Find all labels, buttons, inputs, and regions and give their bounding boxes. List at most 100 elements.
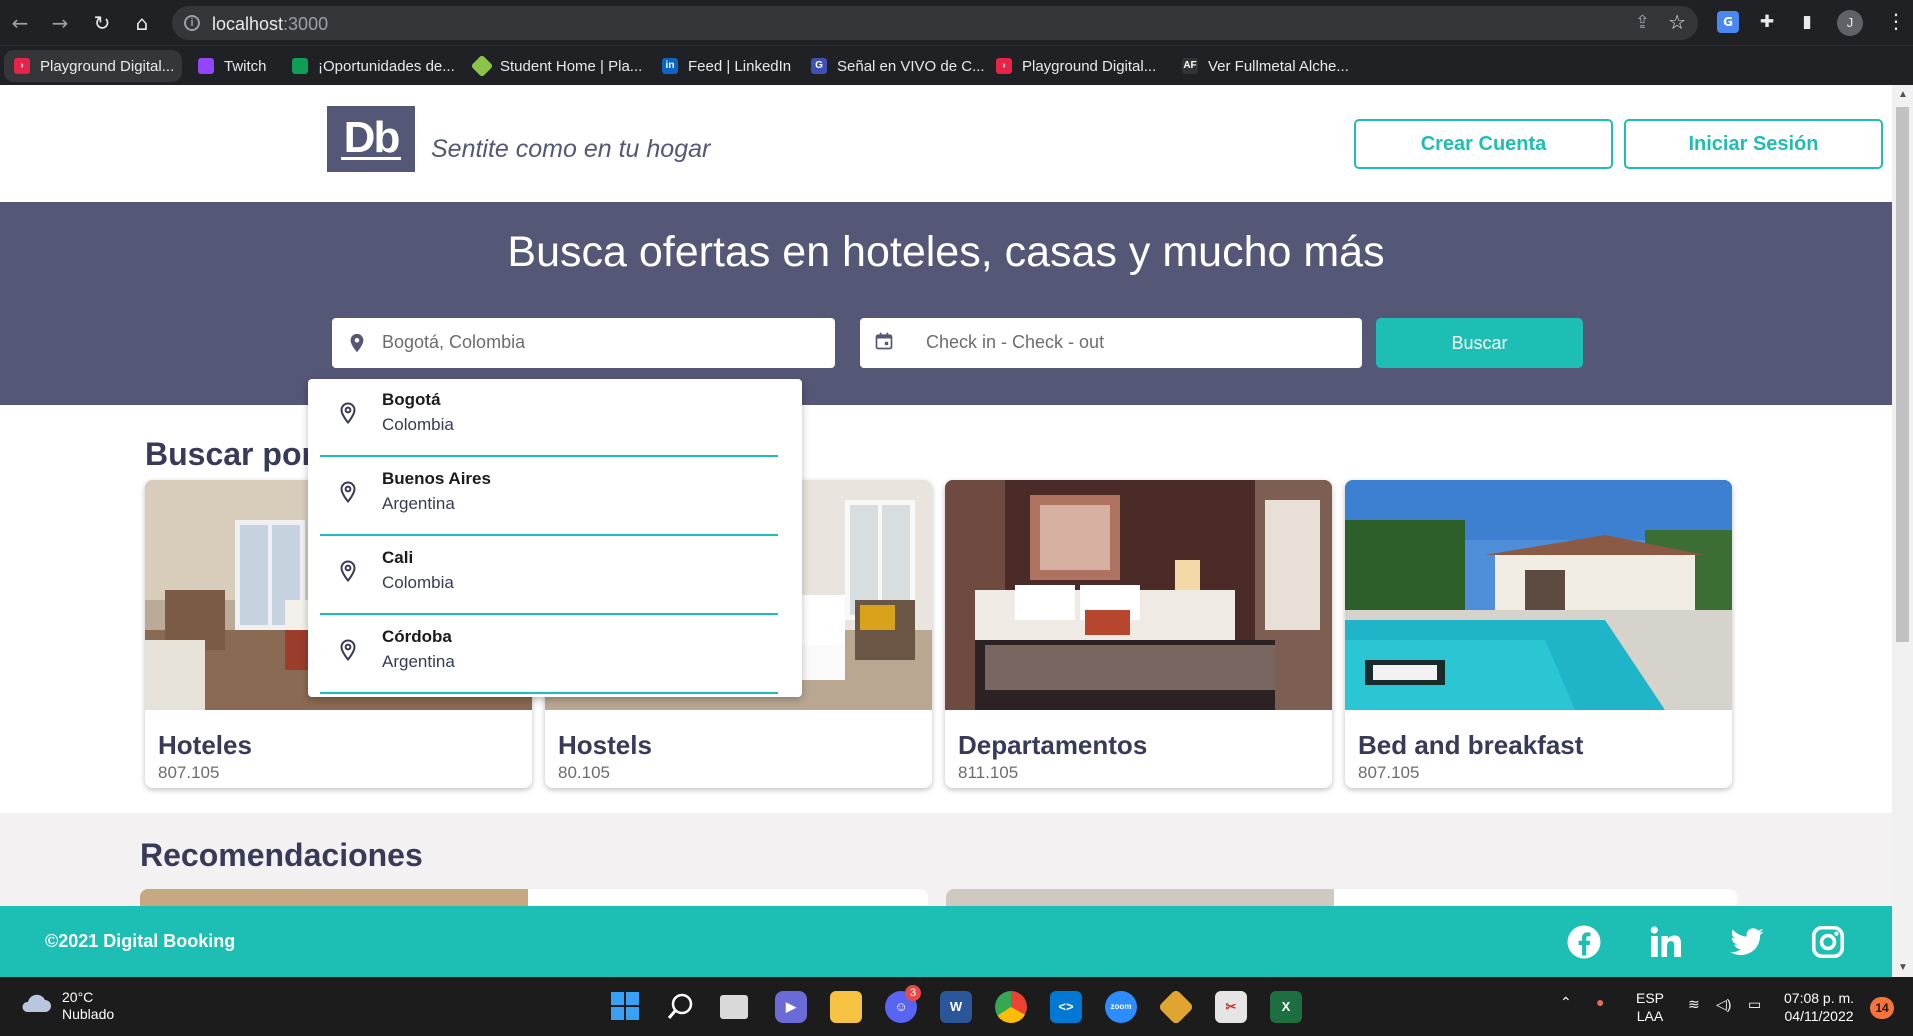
instagram-icon[interactable] — [1810, 924, 1846, 960]
slogan: Sentite como en tu hogar — [431, 135, 711, 163]
date-range-input[interactable]: Check in - Check - out — [860, 318, 1362, 368]
bookmark-item[interactable]: G Señal en VIVO de C... — [811, 46, 985, 86]
bookmark-item[interactable]: Student Home | Pla... — [470, 46, 642, 86]
forward-icon[interactable]: → — [48, 11, 72, 35]
location-input[interactable]: Bogotá, Colombia — [332, 318, 835, 368]
discord-badge: 3 — [905, 985, 921, 1001]
suggestion-city: Cali — [382, 548, 414, 567]
category-count: 807.105 — [158, 763, 220, 782]
excel-icon[interactable]: X — [1270, 991, 1302, 1023]
suggestion-city: Buenos Aires — [382, 469, 491, 488]
calendar-icon — [875, 332, 893, 350]
home-icon[interactable]: ⌂ — [130, 11, 154, 35]
suggestion-city: Córdoba — [382, 627, 452, 646]
pool-villa-image — [1345, 480, 1732, 710]
scroll-down-icon[interactable]: ▼ — [1898, 962, 1908, 973]
microphone-icon[interactable]: ● — [1596, 993, 1604, 1011]
git-icon[interactable] — [1157, 988, 1195, 1026]
weather-widget[interactable]: 20°C Nublado — [18, 989, 114, 1023]
create-account-button[interactable]: Crear Cuenta — [1354, 119, 1613, 169]
location-pin-icon — [340, 402, 356, 425]
suggestion-city: Bogotá — [382, 390, 441, 409]
translate-icon[interactable]: G — [1717, 11, 1739, 33]
battery-icon[interactable]: ▭ — [1748, 995, 1761, 1013]
address-bar[interactable]: i localhost:3000 ⇪ ☆ — [172, 6, 1698, 40]
windows-start-icon[interactable] — [609, 991, 641, 1023]
word-icon[interactable]: W — [940, 991, 972, 1023]
location-suggestions: Bogotá Colombia Buenos Aires Argentina C… — [308, 379, 802, 697]
wifi-icon[interactable]: ≋ — [1688, 995, 1700, 1013]
windows-taskbar: 20°C Nublado ▶ ☺ 3 W <> zoom ✂ X ⌃ ● ESP L… — [0, 977, 1913, 1036]
clock[interactable]: 07:08 p. m. 04/11/2022 — [1784, 989, 1854, 1025]
sheets-icon — [292, 58, 308, 74]
browser-toolbar: ← → ↻ ⌂ i localhost:3000 ⇪ ☆ G ✚ ▮ J ⋮ — [0, 0, 1913, 45]
bookmark-star-icon[interactable]: ☆ — [1668, 10, 1686, 34]
bookmark-item[interactable]: Twitch — [198, 46, 267, 86]
side-panel-icon[interactable]: ▮ — [1796, 11, 1818, 33]
student-icon — [470, 54, 494, 78]
suggestion-item[interactable]: Córdoba Argentina — [320, 616, 778, 694]
suggestion-item[interactable]: Buenos Aires Argentina — [320, 458, 778, 536]
location-pin-icon — [350, 333, 364, 353]
vscode-icon[interactable]: <> — [1050, 991, 1082, 1023]
cloud-icon — [22, 994, 51, 1012]
location-pin-icon — [340, 639, 356, 662]
category-name: Bed and breakfast — [1358, 730, 1584, 760]
back-icon[interactable]: ← — [8, 11, 32, 35]
file-explorer-icon[interactable] — [830, 991, 862, 1023]
task-view-icon[interactable] — [720, 995, 748, 1019]
playground-icon: › — [14, 58, 30, 74]
category-name: Hostels — [558, 730, 652, 760]
twitter-icon[interactable] — [1729, 924, 1765, 960]
logo[interactable]: Db — [327, 106, 415, 172]
profile-avatar[interactable]: J — [1837, 10, 1863, 36]
category-count: 811.105 — [958, 763, 1019, 782]
zoom-icon[interactable]: zoom — [1105, 991, 1137, 1023]
notification-badge[interactable]: 14 — [1870, 997, 1894, 1019]
share-icon[interactable]: ⇪ — [1635, 12, 1650, 33]
category-card-departamentos[interactable]: Departamentos 811.105 — [945, 480, 1332, 788]
language-indicator[interactable]: ESP LAA — [1636, 989, 1664, 1025]
volume-icon[interactable]: ◁) — [1716, 995, 1731, 1013]
bookmark-item[interactable]: ¡Oportunidades de... — [292, 46, 455, 86]
weather-condition: Nublado — [62, 1006, 115, 1022]
bookmark-item[interactable]: AF Ver Fullmetal Alche... — [1182, 46, 1349, 86]
twitch-icon — [198, 58, 214, 74]
suggestion-country: Argentina — [382, 652, 455, 671]
search-hero: Busca ofertas en hoteles, casas y mucho … — [0, 202, 1892, 405]
suggestion-item[interactable]: Cali Colombia — [320, 537, 778, 615]
chat-icon[interactable]: ▶ — [775, 991, 807, 1023]
category-count: 807.105 — [1358, 763, 1420, 782]
suggestion-item[interactable]: Bogotá Colombia — [320, 379, 778, 457]
chrome-icon[interactable] — [995, 991, 1027, 1023]
facebook-icon[interactable] — [1566, 924, 1602, 960]
search-icon[interactable] — [665, 991, 697, 1023]
suggestion-country: Colombia — [382, 415, 454, 434]
extensions-icon[interactable]: ✚ — [1756, 11, 1778, 33]
scroll-thumb[interactable] — [1896, 107, 1909, 642]
login-button[interactable]: Iniciar Sesión — [1624, 119, 1883, 169]
suggestion-country: Colombia — [382, 573, 454, 592]
af-icon: AF — [1182, 58, 1198, 74]
page-scrollbar[interactable]: ▲ ▼ — [1892, 85, 1913, 977]
bookmark-item[interactable]: › Playground Digital... — [4, 50, 183, 82]
bookmarks-bar: › Playground Digital... Twitch ¡Oportunid… — [0, 45, 1913, 85]
snipping-tool-icon[interactable]: ✂ — [1215, 991, 1247, 1023]
bookmark-item[interactable]: in Feed | LinkedIn — [662, 46, 791, 86]
linkedin-icon[interactable] — [1648, 924, 1684, 960]
reload-icon[interactable]: ↻ — [90, 11, 114, 35]
tray-overflow-icon[interactable]: ⌃ — [1560, 993, 1572, 1011]
site-footer: ©2021 Digital Booking — [0, 906, 1892, 977]
browser-menu-icon[interactable]: ⋮ — [1886, 9, 1906, 33]
scroll-up-icon[interactable]: ▲ — [1898, 89, 1908, 100]
category-card-bed-and-breakfast[interactable]: Bed and breakfast 807.105 — [1345, 480, 1732, 788]
search-button[interactable]: Buscar — [1376, 318, 1583, 368]
tv-icon: G — [811, 58, 827, 74]
site-header: Db Sentite como en tu hogar Crear Cuenta… — [0, 85, 1892, 202]
site-info-icon[interactable]: i — [184, 15, 200, 31]
url-text: localhost:3000 — [212, 14, 329, 34]
apartment-room-image — [945, 480, 1332, 710]
location-pin-icon — [340, 481, 356, 504]
playground-icon: › — [996, 58, 1012, 74]
bookmark-item[interactable]: › Playground Digital... — [996, 46, 1156, 86]
